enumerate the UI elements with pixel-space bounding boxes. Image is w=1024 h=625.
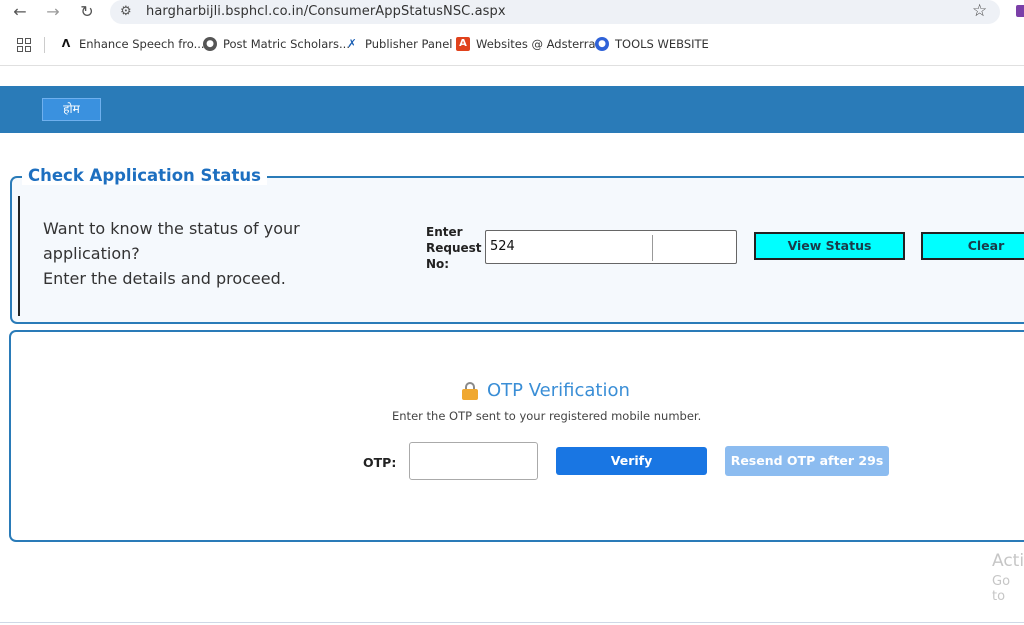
bottom-divider [0,622,1024,623]
bookmark-tools-website[interactable]: ● TOOLS WEBSITE [595,37,709,51]
request-number-value[interactable]: 524 [490,239,515,254]
lock-icon [461,381,479,400]
intro-line: Want to know the status of your [43,219,300,238]
bookmark-publisher-panel[interactable]: ✗ Publisher Panel [345,37,452,51]
bookmark-label: Enhance Speech fro... [79,37,205,51]
input-divider [652,235,653,261]
resend-otp-button: Resend OTP after 29s [725,446,889,476]
left-accent-rule [18,196,20,316]
intro-line: application? [43,244,140,263]
activate-windows-watermark: Acti Go to [992,551,1024,604]
verify-button[interactable]: Verify [556,447,707,475]
bookmark-separator [44,37,45,53]
otp-input[interactable] [409,442,538,480]
request-number-label: Enter Request No: [426,224,482,272]
request-number-input[interactable]: 524 [485,230,737,264]
back-arrow-icon[interactable]: ← [9,2,31,22]
watermark-line: Acti [992,551,1024,571]
panel-title: Check Application Status [22,166,267,185]
otp-panel: OTP Verification Enter the OTP sent to y… [9,330,1024,542]
site-header-bar: होम [0,86,1024,133]
view-status-button[interactable]: View Status [754,232,905,260]
address-bar[interactable]: ⚙ hargharbijli.bsphcl.co.in/ConsumerAppS… [110,0,1000,24]
bookmark-adsterra[interactable]: A Websites @ Adsterra [456,37,596,51]
bookmarks-bar: Λ Enhance Speech fro... ● Post Matric Sc… [0,34,1024,56]
site-info-icon[interactable]: ⚙ [120,4,132,19]
label-line: Request [426,241,482,255]
reload-icon[interactable]: ↻ [76,2,98,22]
otp-title: OTP Verification [461,380,630,401]
globe-icon: ● [203,37,217,51]
extension-icon[interactable] [1016,5,1024,17]
label-line: Enter [426,225,463,239]
adsterra-icon: A [456,37,470,51]
check-status-panel: Check Application Status Want to know th… [10,166,1024,324]
star-icon[interactable]: ☆ [972,1,987,21]
url-text[interactable]: hargharbijli.bsphcl.co.in/ConsumerAppSta… [146,4,506,19]
clear-button[interactable]: Clear [921,232,1024,260]
label-line: No: [426,257,450,271]
watermark-line: Go to [992,574,1011,604]
tools-icon: ● [595,37,609,51]
bookmark-post-matric[interactable]: ● Post Matric Scholars... [203,37,350,51]
adobe-icon: Λ [61,37,71,50]
forward-arrow-icon[interactable]: → [42,2,64,22]
bookmark-label: TOOLS WEBSITE [615,37,709,51]
bookmark-enhance-speech[interactable]: Λ Enhance Speech fro... [59,37,205,51]
publisher-icon: ✗ [347,37,357,50]
otp-title-text: OTP Verification [487,380,630,401]
bookmark-label: Publisher Panel [365,37,453,51]
intro-text: Want to know the status of your applicat… [43,216,300,291]
browser-divider [0,65,1024,66]
bookmark-label: Post Matric Scholars... [223,37,350,51]
browser-chrome: ← → ↻ ⚙ hargharbijli.bsphcl.co.in/Consum… [0,0,1024,66]
apps-grid-icon[interactable] [17,38,31,52]
otp-label: OTP: [363,455,397,470]
intro-line: Enter the details and proceed. [43,269,286,288]
bookmark-label: Websites @ Adsterra [476,37,596,51]
address-row: ← → ↻ ⚙ hargharbijli.bsphcl.co.in/Consum… [0,0,1024,26]
home-button[interactable]: होम [42,98,101,121]
otp-instructions: Enter the OTP sent to your registered mo… [392,409,702,423]
